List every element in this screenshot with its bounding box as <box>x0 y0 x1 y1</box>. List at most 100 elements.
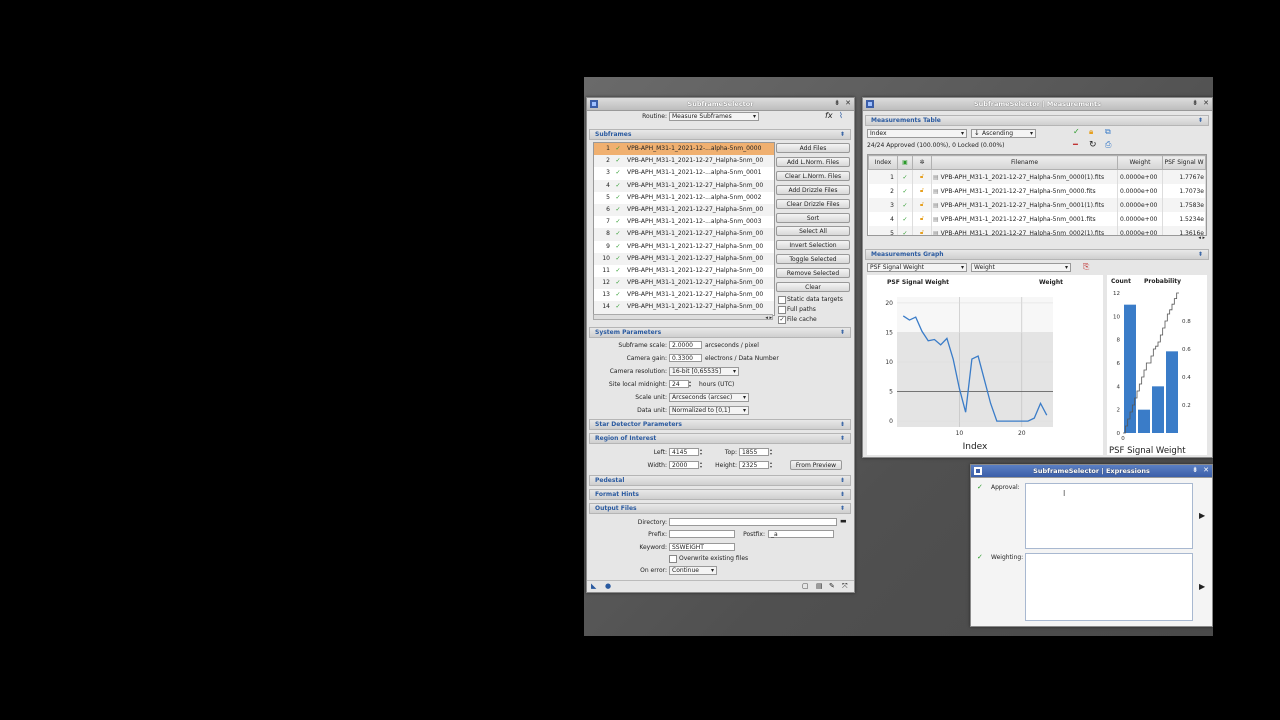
file-enabled-check-icon[interactable]: ✓ <box>613 180 623 192</box>
postfix-input[interactable]: _a <box>768 530 834 538</box>
add-l-norm-files-button[interactable]: Add L.Norm. Files <box>776 156 850 167</box>
file-enabled-check-icon[interactable]: ✓ <box>613 277 623 289</box>
col-locked-icon[interactable]: ✲ <box>912 155 932 170</box>
file-enabled-check-icon[interactable]: ✓ <box>613 301 623 313</box>
list-item[interactable]: 14 ✓ VPB-APH_M31-1_2021-12-27_Halpha-5nm_0… <box>594 301 774 314</box>
site-midnight-spinner[interactable]: ▴ ▾ <box>689 380 694 388</box>
graph-y-select[interactable]: Weight <box>971 263 1071 272</box>
roi-width-spinner[interactable]: ▴ ▾ <box>700 461 705 469</box>
close-icon[interactable]: ✕ <box>845 99 851 107</box>
camera-gain-input[interactable]: 0.3300 <box>669 354 702 362</box>
toggle-selected-button[interactable]: Toggle Selected <box>776 254 850 265</box>
list-item[interactable]: 11 ✓ VPB-APH_M31-1_2021-12-27_Halpha-5nm_0… <box>594 265 774 277</box>
shade-icon[interactable]: ⇟ <box>834 99 840 107</box>
main-titlebar[interactable]: SubframeSelector ⇟ ✕ <box>587 98 854 111</box>
refresh-icon[interactable]: ↻ <box>1089 140 1097 150</box>
new-instance-icon[interactable]: ◣ <box>591 582 596 590</box>
file-enabled-check-icon[interactable]: ✓ <box>613 228 623 240</box>
row-approved-check-icon[interactable]: ✓ <box>897 169 913 184</box>
row-approved-check-icon[interactable]: ✓ <box>897 198 913 212</box>
file-enabled-check-icon[interactable]: ✓ <box>613 241 623 253</box>
shade-icon[interactable]: ⇟ <box>1192 99 1198 107</box>
weighting-expression-input[interactable] <box>1025 553 1193 621</box>
roi-height-spinner[interactable]: ▴ ▾ <box>770 461 775 469</box>
from-preview-button[interactable]: From Preview <box>790 460 842 470</box>
file-enabled-check-icon[interactable]: ✓ <box>613 289 623 301</box>
file-cache-checkbox[interactable]: ✓ <box>778 316 786 324</box>
col-weight[interactable]: Weight <box>1117 155 1163 170</box>
row-approved-check-icon[interactable]: ✓ <box>897 212 913 226</box>
table-row[interactable]: 4 ✓ 🔓︎ ▤ VPB-APH_M31-1_2021-12-27_Halpha-5n… <box>868 212 1206 226</box>
region-of-interest-section[interactable]: Region of Interest ⇞ <box>589 433 851 444</box>
folder-icon[interactable]: ▬ <box>840 517 847 525</box>
site-midnight-input[interactable]: 24 <box>669 380 689 388</box>
roi-top-input[interactable]: 1855 <box>739 448 769 456</box>
camera-resolution-select[interactable]: 16-bit [0,65535] <box>669 367 739 376</box>
list-item[interactable]: 13 ✓ VPB-APH_M31-1_2021-12-27_Halpha-5nm_0… <box>594 289 774 301</box>
list-item[interactable]: 7 ✓ VPB-APH_M31-1_2021-12-...alpha-5nm_000… <box>594 216 774 228</box>
full-paths-checkbox[interactable] <box>778 306 786 314</box>
file-enabled-check-icon[interactable]: ✓ <box>613 155 623 167</box>
list-item[interactable]: 9 ✓ VPB-APH_M31-1_2021-12-27_Halpha-5nm_00 <box>594 241 774 253</box>
prefix-input[interactable] <box>669 530 735 538</box>
remove-selected-button[interactable]: Remove Selected <box>776 268 850 279</box>
subframes-section[interactable]: Subframes ⇞ <box>589 129 851 140</box>
export-icon[interactable]: ⎙ <box>1105 140 1111 150</box>
table-hscrollbar[interactable]: ◂ ▸ <box>867 235 1205 241</box>
add-files-button[interactable]: Add Files <box>776 143 850 153</box>
sort-order-select[interactable]: Ascending <box>971 129 1036 138</box>
psf-weight-histogram[interactable]: Count Probability 0 2 4 6 8 10 12 0.2 0.4 0.6 0.8 0 PS… <box>1107 275 1207 455</box>
output-files-section[interactable]: Output Files ⇞ <box>589 503 851 514</box>
tools-icon[interactable]: ✎ <box>829 582 835 590</box>
clear-l-norm-files-button[interactable]: Clear L.Norm. Files <box>776 170 850 181</box>
toggle-icon[interactable]: ⧉ <box>1105 127 1111 137</box>
add-drizzle-files-button[interactable]: Add Drizzle Files <box>776 184 850 195</box>
pedestal-section[interactable]: Pedestal ⇟ <box>589 475 851 486</box>
resize-icon[interactable]: ⤧ <box>842 582 848 591</box>
routine-select[interactable]: Measure Subframes <box>669 112 759 121</box>
unapprove-icon[interactable]: ━ <box>1073 140 1078 149</box>
clear-button[interactable]: Clear <box>776 282 850 292</box>
approve-icon[interactable]: ✓ <box>1073 127 1080 136</box>
browse-doc-icon[interactable]: ▢ <box>802 582 809 590</box>
col-filename[interactable]: Filename <box>931 155 1118 170</box>
clear-drizzle-files-button[interactable]: Clear Drizzle Files <box>776 198 850 209</box>
row-lock-icon[interactable]: 🔓︎ <box>912 198 932 212</box>
file-enabled-check-icon[interactable]: ✓ <box>613 192 623 204</box>
measurements-table-section[interactable]: Measurements Table ⇞ <box>865 115 1209 126</box>
sort-button[interactable]: Sort <box>776 212 850 223</box>
close-icon[interactable]: ✕ <box>1203 99 1209 107</box>
psf-weight-line-chart[interactable]: 10 20 0 5 10 15 20 PSF Signal Weight Weight Index <box>867 275 1103 455</box>
roi-top-spinner[interactable]: ▴ ▾ <box>770 448 775 456</box>
list-item[interactable]: 5 ✓ VPB-APH_M31-1_2021-12-...alpha-5nm_000… <box>594 192 774 204</box>
graph-export-icon[interactable]: ⎘ <box>1083 262 1089 272</box>
list-hscrollbar[interactable]: ◂ ▸ <box>593 314 773 321</box>
graph-x-select[interactable]: PSF Signal Weight <box>867 263 967 272</box>
list-item[interactable]: 6 ✓ VPB-APH_M31-1_2021-12-27_Halpha-5nm_00 <box>594 203 774 217</box>
roi-width-input[interactable]: 2000 <box>669 461 699 469</box>
approval-expression-input[interactable] <box>1025 483 1193 549</box>
list-item[interactable]: 10 ✓ VPB-APH_M31-1_2021-12-27_Halpha-5nm_0… <box>594 252 774 265</box>
file-enabled-check-icon[interactable]: ✓ <box>613 167 623 179</box>
lock-icon[interactable]: 🔒︎ <box>1089 127 1093 137</box>
file-enabled-check-icon[interactable]: ✓ <box>613 265 623 277</box>
data-unit-select[interactable]: Normalized to [0,1] <box>669 406 749 415</box>
list-item[interactable]: 2 ✓ VPB-APH_M31-1_2021-12-27_Halpha-5nm_00 <box>594 155 774 168</box>
row-lock-icon[interactable]: 🔓︎ <box>912 169 932 184</box>
keyword-input[interactable]: SSWEIGHT <box>669 543 735 551</box>
shade-icon[interactable]: ⇟ <box>1192 466 1198 474</box>
measurements-graph-section[interactable]: Measurements Graph ⇞ <box>865 249 1209 260</box>
file-enabled-check-icon[interactable]: ✓ <box>613 204 623 216</box>
table-row[interactable]: 2 ✓ 🔓︎ ▤ VPB-APH_M31-1_2021-12-27_Halpha-5n… <box>868 184 1206 198</box>
fx-icon[interactable]: fx <box>825 111 833 120</box>
measurements-titlebar[interactable]: SubframeSelector | Measurements ⇟ ✕ <box>863 98 1212 111</box>
list-item[interactable]: 1 ✓ VPB-APH_M31-1_2021-12-...alpha-5nm_000… <box>594 143 774 156</box>
table-row[interactable]: 1 ✓ 🔓︎ ▤ VPB-APH_M31-1_2021-12-27_Halpha-5n… <box>868 169 1206 184</box>
file-enabled-check-icon[interactable]: ✓ <box>613 143 623 155</box>
row-approved-check-icon[interactable]: ✓ <box>897 184 913 198</box>
col-approved-icon[interactable]: ▣ <box>897 155 913 170</box>
chart-icon[interactable]: ⌇ <box>839 111 843 120</box>
table-row[interactable]: 3 ✓ 🔓︎ ▤ VPB-APH_M31-1_2021-12-27_Halpha-5n… <box>868 198 1206 212</box>
directory-input[interactable] <box>669 518 837 526</box>
list-item[interactable]: 12 ✓ VPB-APH_M31-1_2021-12-27_Halpha-5nm_0… <box>594 277 774 290</box>
